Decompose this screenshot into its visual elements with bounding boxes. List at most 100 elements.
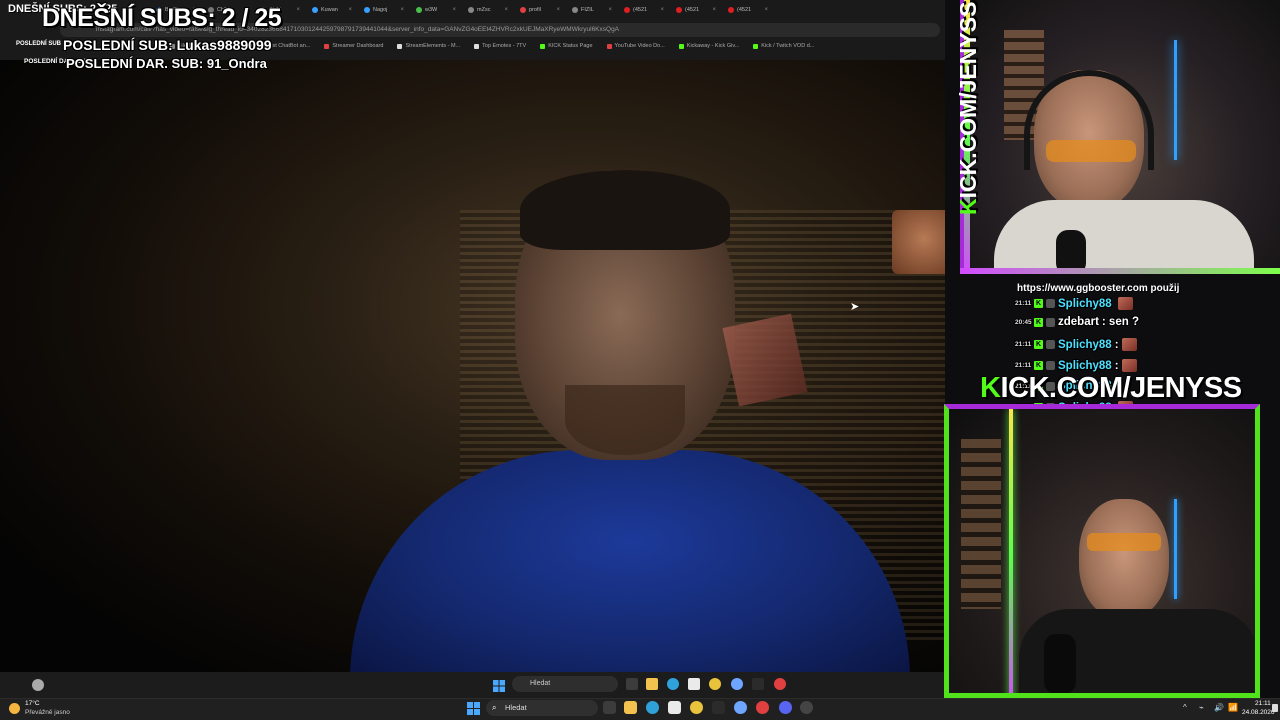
task-view-icon[interactable] xyxy=(603,701,616,714)
close-tab-icon[interactable]: × xyxy=(348,7,352,13)
browser-tab[interactable]: Nagoj × xyxy=(358,2,410,18)
meme-face-sticker xyxy=(892,210,945,274)
tab-label: (4521 xyxy=(737,7,752,13)
clock-date[interactable]: 24.08.2026 xyxy=(1242,709,1275,716)
close-tab-icon[interactable]: × xyxy=(712,7,716,13)
captured-terminal-icon[interactable] xyxy=(752,678,764,690)
bookmark-item[interactable]: Kickaway - Kick Giv... xyxy=(678,43,740,49)
tab-favicon-icon xyxy=(312,7,318,13)
chat-timestamp: 20:45 xyxy=(1015,318,1032,326)
tab-label: Nagoj xyxy=(373,7,388,13)
chrome-profile-icon[interactable] xyxy=(734,701,747,714)
captured-start-icon[interactable] xyxy=(493,679,505,692)
discord-icon[interactable] xyxy=(779,701,792,714)
bookmark-label: StreamElements - M... xyxy=(405,43,461,49)
browser-tab[interactable]: profil × xyxy=(514,2,566,18)
captured-chrome-icon[interactable] xyxy=(709,678,721,690)
browser-tab[interactable]: (4521 × xyxy=(670,2,722,18)
chat-message: 21:11K Splichy88: xyxy=(1015,338,1137,351)
captured-store-icon[interactable] xyxy=(688,678,700,690)
close-tab-icon[interactable]: × xyxy=(296,7,300,13)
obs-icon[interactable] xyxy=(800,701,813,714)
chat-message: 21:11K Splichy88 xyxy=(1015,297,1133,310)
taskbar-search-label: Hledat xyxy=(505,703,527,712)
bookmark-item[interactable]: KICK Status Page xyxy=(540,43,593,49)
browser-tab[interactable]: mZsc × xyxy=(462,2,514,18)
pen-icon[interactable]: ⌁ xyxy=(1199,703,1204,713)
bookmark-item[interactable]: StreamElements - M... xyxy=(397,43,460,49)
bookmark-item[interactable]: Top Emotes - 7TV xyxy=(474,43,526,49)
taskbar-search-box[interactable]: ⌕ Hledat xyxy=(486,700,598,716)
close-tab-icon[interactable]: × xyxy=(400,7,404,13)
neon-light-strip xyxy=(1009,409,1013,693)
chat-emote-icon xyxy=(1121,359,1137,372)
captured-explorer-icon[interactable] xyxy=(646,678,658,690)
file-explorer-icon[interactable] xyxy=(624,701,637,714)
browser-tab[interactable]: Kuwan × xyxy=(306,2,358,18)
weather-temperature[interactable]: 17°C xyxy=(25,700,40,707)
kick-url-text: ICK.COM/JENYSS xyxy=(1000,372,1242,404)
bookmark-label: Kick / Twitch VOD d... xyxy=(761,43,815,49)
caller-hair xyxy=(520,170,730,250)
start-menu-icon[interactable] xyxy=(467,702,480,715)
captured-search-label: Hledat xyxy=(530,680,551,687)
tab-label: w3W xyxy=(425,7,438,13)
edge-icon[interactable] xyxy=(646,701,659,714)
tab-label: mZsc xyxy=(477,7,491,13)
bookmark-item[interactable]: Streamer Dashboard xyxy=(324,43,383,49)
streamer-shirt xyxy=(994,200,1254,269)
close-tab-icon[interactable]: × xyxy=(556,7,560,13)
browser-tab[interactable]: (4521 × xyxy=(618,2,670,18)
bookmark-favicon-icon xyxy=(753,43,759,49)
chrome-alt-icon[interactable] xyxy=(756,701,769,714)
chat-promo-line: https://www.ggbooster.com použij xyxy=(1017,283,1180,294)
captured-edge-icon[interactable] xyxy=(667,678,679,690)
browser-tab[interactable]: FIZIL × xyxy=(566,2,618,18)
chat-username[interactable]: Splichy88 xyxy=(1058,339,1112,351)
terminal-icon[interactable] xyxy=(712,701,725,714)
chrome-icon[interactable] xyxy=(690,701,703,714)
close-tab-icon[interactable]: × xyxy=(608,7,612,13)
chat-username[interactable]: Splichy88 xyxy=(1058,298,1112,310)
subscriber-badge-icon xyxy=(1046,317,1055,327)
chat-text: : xyxy=(1114,338,1119,351)
clock-time[interactable]: 21:11 xyxy=(1255,700,1271,707)
bookmark-label: Kickaway - Kick Giv... xyxy=(686,43,740,49)
bookmark-favicon-icon xyxy=(397,43,403,49)
bookmark-item[interactable]: Kick / Twitch VOD d... xyxy=(753,43,814,49)
webcam-frame-bar xyxy=(960,268,1280,274)
weather-description[interactable]: Převážně jasno xyxy=(25,709,70,716)
captured-chrome-profile-icon[interactable] xyxy=(731,678,743,690)
chat-message: 20:45 Kzdebart: sen ? xyxy=(1015,316,1139,328)
weather-sun-icon[interactable] xyxy=(9,703,20,714)
store-icon[interactable] xyxy=(668,701,681,714)
chat-text: : sen ? xyxy=(1101,316,1139,328)
mouse-cursor-icon: ➤ xyxy=(850,301,860,313)
network-icon[interactable]: 📶 xyxy=(1228,703,1238,713)
caller-beard xyxy=(565,385,685,455)
last-sub-label: POSLEDNÍ SUB: Lukas9889099 xyxy=(63,37,272,53)
kick-url-text: ICK.COM/JENYSS xyxy=(955,1,981,199)
close-tab-icon[interactable]: × xyxy=(504,7,508,13)
show-hidden-icons-icon[interactable]: ^ xyxy=(1183,703,1187,713)
captured-task-view-icon[interactable] xyxy=(626,678,638,690)
blue-led-strip xyxy=(1174,499,1177,599)
browser-tab[interactable]: (4521 × xyxy=(722,2,774,18)
streamer-webcam-bottom xyxy=(944,404,1260,698)
volume-icon[interactable]: 🔊 xyxy=(1214,703,1224,713)
last-sub-ghost-text: POSLEDNÍ SUB xyxy=(16,41,62,47)
chat-username[interactable]: zdebart xyxy=(1058,316,1099,328)
close-tab-icon[interactable]: × xyxy=(452,7,456,13)
chat-username[interactable]: Splichy88 xyxy=(1058,360,1112,372)
notification-icon[interactable] xyxy=(1272,704,1278,712)
kick-channel-vertical-text: KICK.COM/JENYSS xyxy=(955,2,982,215)
bookmark-item[interactable]: YouTube Video Do... xyxy=(606,43,665,49)
blue-led-strip xyxy=(1174,40,1177,160)
subscriber-badge-icon xyxy=(1046,361,1055,370)
captured-chrome-alt-icon[interactable] xyxy=(774,678,786,690)
browser-tab[interactable]: w3W × xyxy=(410,2,462,18)
close-tab-icon[interactable]: × xyxy=(660,7,664,13)
subs-today-counter: DNEŠNÍ SUBS: 2 / 25 xyxy=(42,4,282,32)
close-tab-icon[interactable]: × xyxy=(764,7,768,13)
captured-search-box[interactable]: Hledat xyxy=(512,676,618,692)
